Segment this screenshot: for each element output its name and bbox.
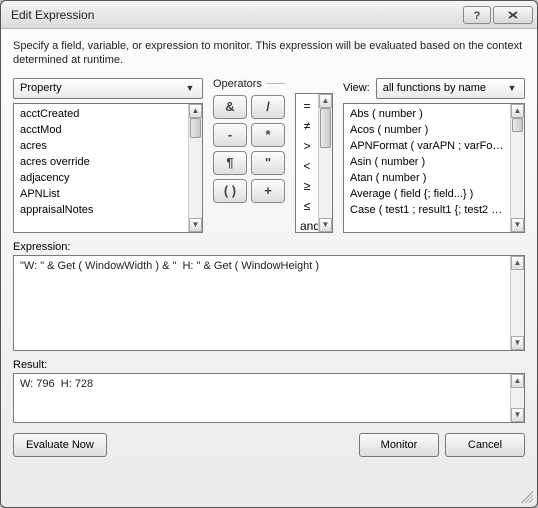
scroll-down-icon[interactable]: ▼ xyxy=(319,218,332,232)
cmp-item[interactable]: ≠ xyxy=(296,116,318,136)
scroll-down-icon[interactable]: ▼ xyxy=(511,336,524,350)
help-button[interactable]: ? xyxy=(463,6,491,24)
list-item[interactable]: appraisalNotes xyxy=(14,202,188,218)
edit-expression-dialog: Edit Expression ? Specify a field, varia… xyxy=(0,0,538,508)
scroll-up-icon[interactable]: ▲ xyxy=(511,256,524,270)
property-column: Property ▼ acctCreated acctMod acres acr… xyxy=(13,78,203,233)
op-multiply-button[interactable]: * xyxy=(251,123,285,147)
cmp-item[interactable]: ≥ xyxy=(296,176,318,196)
cmp-item[interactable]: > xyxy=(296,136,318,156)
cmp-item[interactable]: < xyxy=(296,156,318,176)
list-item[interactable]: Acos ( number ) xyxy=(344,122,510,138)
result-text: W: 796 H: 728 xyxy=(14,374,510,422)
property-listbox[interactable]: acctCreated acctMod acres acres override… xyxy=(13,103,203,233)
cmp-item[interactable]: ≤ xyxy=(296,196,318,216)
scroll-up-icon[interactable]: ▲ xyxy=(511,104,524,118)
op-quote-button[interactable]: " xyxy=(251,151,285,175)
intro-text: Specify a field, variable, or expression… xyxy=(13,39,525,68)
op-paragraph-button[interactable]: ¶ xyxy=(213,151,247,175)
list-item[interactable]: acres xyxy=(14,138,188,154)
operators-column: Operators & / - * ¶ " ( ) + xyxy=(213,78,285,233)
view-dropdown[interactable]: all functions by name ▼ xyxy=(376,78,525,99)
view-column: View: all functions by name ▼ Abs ( numb… xyxy=(343,78,525,233)
comparisons-column: = ≠ > < ≥ ≤ and ▲ ▼ xyxy=(295,93,333,233)
scrollbar[interactable]: ▲ ▼ xyxy=(188,104,202,232)
result-output: W: 796 H: 728 ▲ ▼ xyxy=(13,373,525,423)
list-item[interactable]: APNList xyxy=(14,186,188,202)
expression-input[interactable]: "W: " & Get ( WindowWidth ) & " H: " & G… xyxy=(13,255,525,351)
scroll-up-icon[interactable]: ▲ xyxy=(319,94,332,108)
view-dropdown-label: all functions by name xyxy=(383,82,504,94)
operators-label: Operators xyxy=(213,78,285,90)
scrollbar[interactable]: ▲ ▼ xyxy=(510,104,524,232)
close-button[interactable] xyxy=(493,6,533,24)
cmp-item[interactable]: and xyxy=(296,216,318,233)
close-icon xyxy=(506,9,520,21)
op-minus-button[interactable]: - xyxy=(213,123,247,147)
property-dropdown-label: Property xyxy=(20,82,182,94)
list-item[interactable]: Case ( test1 ; result1 {; test2 ; resul.… xyxy=(344,202,510,218)
scroll-down-icon[interactable]: ▼ xyxy=(189,218,202,232)
op-concat-button[interactable]: & xyxy=(213,95,247,119)
comparisons-listbox[interactable]: = ≠ > < ≥ ≤ and ▲ ▼ xyxy=(295,93,333,233)
evaluate-now-button[interactable]: Evaluate Now xyxy=(13,433,107,457)
expression-label: Expression: xyxy=(13,241,525,253)
scrollbar[interactable]: ▲ ▼ xyxy=(318,94,332,232)
property-dropdown[interactable]: Property ▼ xyxy=(13,78,203,99)
scroll-down-icon[interactable]: ▼ xyxy=(511,408,524,422)
button-row: Evaluate Now Monitor Cancel xyxy=(13,433,525,457)
resize-grip[interactable] xyxy=(521,491,533,503)
result-label: Result: xyxy=(13,359,525,371)
scrollbar[interactable]: ▲ ▼ xyxy=(510,374,524,422)
operators-grid: & / - * ¶ " ( ) + xyxy=(213,95,285,203)
top-row: Property ▼ acctCreated acctMod acres acr… xyxy=(13,78,525,233)
op-plus-button[interactable]: + xyxy=(251,179,285,203)
list-item[interactable]: acres override xyxy=(14,154,188,170)
cancel-button[interactable]: Cancel xyxy=(445,433,525,457)
list-item[interactable]: adjacency xyxy=(14,170,188,186)
list-item[interactable]: acctMod xyxy=(14,122,188,138)
functions-listbox[interactable]: Abs ( number ) Acos ( number ) APNFormat… xyxy=(343,103,525,233)
list-item[interactable]: Abs ( number ) xyxy=(344,106,510,122)
cmp-item[interactable]: = xyxy=(296,96,318,116)
chevron-down-icon: ▼ xyxy=(182,83,198,93)
list-item[interactable]: APNFormat ( varAPN ; varFormat ) xyxy=(344,138,510,154)
scroll-up-icon[interactable]: ▲ xyxy=(511,374,524,388)
dialog-content: Specify a field, variable, or expression… xyxy=(1,29,537,507)
window-title: Edit Expression xyxy=(11,8,461,22)
scrollbar[interactable]: ▲ ▼ xyxy=(510,256,524,350)
scroll-up-icon[interactable]: ▲ xyxy=(189,104,202,118)
list-item[interactable]: acctCreated xyxy=(14,106,188,122)
svg-text:?: ? xyxy=(474,10,481,21)
list-item[interactable]: Average ( field {; field...} ) xyxy=(344,186,510,202)
expression-text: "W: " & Get ( WindowWidth ) & " H: " & G… xyxy=(14,256,510,350)
chevron-down-icon: ▼ xyxy=(504,83,520,93)
op-divide-button[interactable]: / xyxy=(251,95,285,119)
op-parens-button[interactable]: ( ) xyxy=(213,179,247,203)
titlebar: Edit Expression ? xyxy=(1,1,537,29)
list-item[interactable]: Atan ( number ) xyxy=(344,170,510,186)
monitor-button[interactable]: Monitor xyxy=(359,433,439,457)
help-icon: ? xyxy=(471,9,483,21)
scroll-down-icon[interactable]: ▼ xyxy=(511,218,524,232)
list-item[interactable]: Asin ( number ) xyxy=(344,154,510,170)
view-label: View: xyxy=(343,82,370,94)
